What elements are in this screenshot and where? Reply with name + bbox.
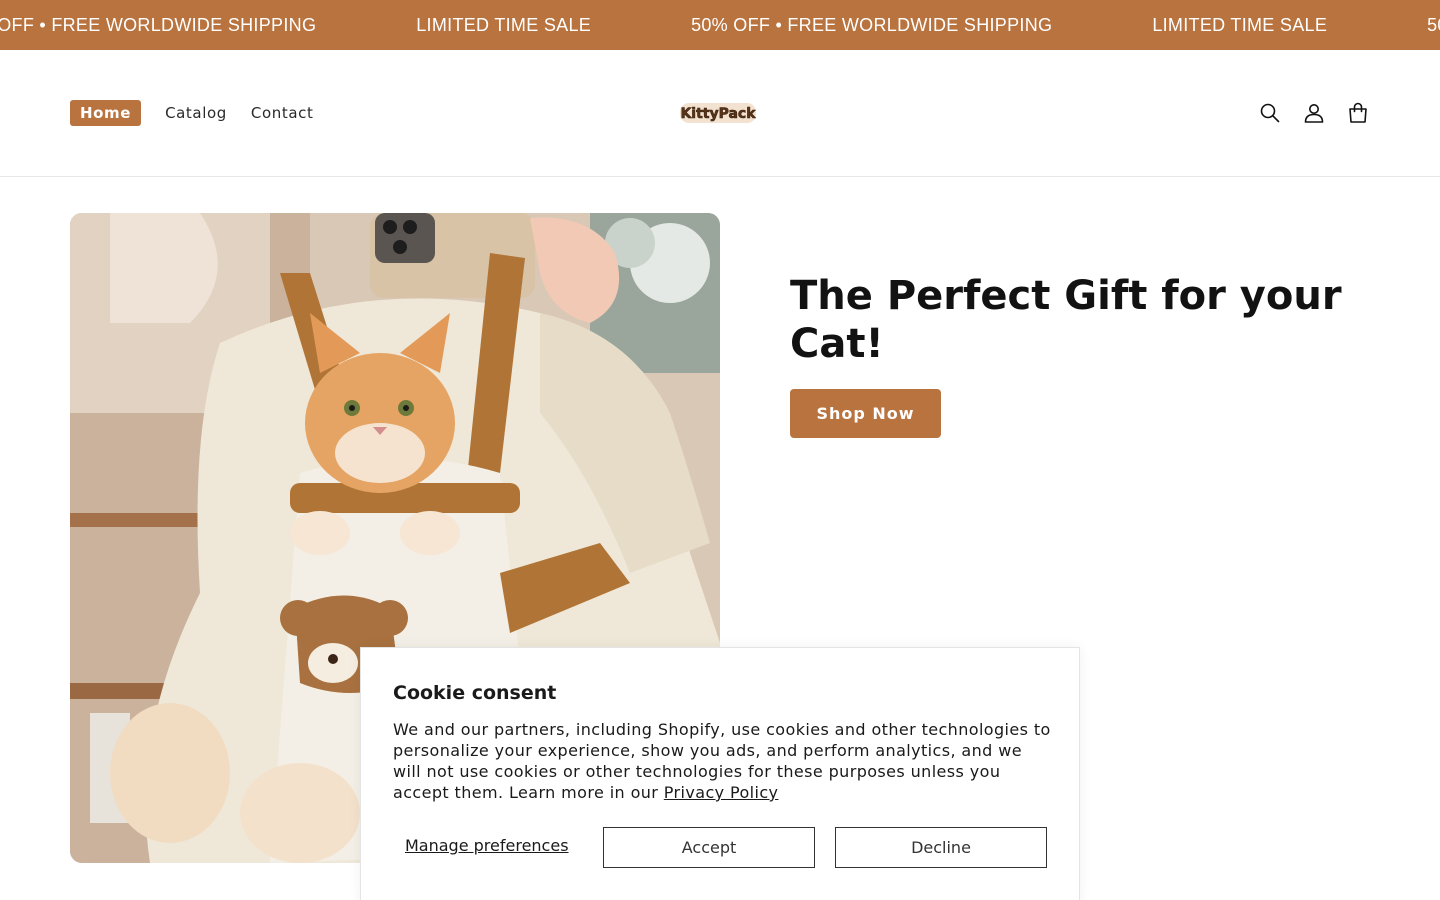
site-logo[interactable]: KittyPack [680,101,757,125]
logo-image: KittyPack [680,103,757,123]
announcement-item: 50% OFF • FREE WORLDWIDE SHIPPING [1427,14,1440,35]
privacy-policy-link[interactable]: Privacy Policy [664,783,779,802]
cookie-title: Cookie consent [393,682,557,704]
announcement-item: LIMITED TIME SALE [416,14,592,35]
main-nav: Home Catalog Contact [70,100,337,126]
cookie-text: We and our partners, including Shopify, … [393,719,1053,803]
nav-contact[interactable]: Contact [251,104,314,122]
account-icon[interactable] [1302,101,1326,125]
announcement-item: 50% OFF • FREE WORLDWIDE SHIPPING [0,14,317,35]
announcement-bar: 50% OFF • FREE WORLDWIDE SHIPPING LIMITE… [0,0,1440,50]
nav-home[interactable]: Home [70,100,142,126]
announcement-item: 50% OFF • FREE WORLDWIDE SHIPPING [691,14,1053,35]
cookie-consent-banner: Cookie consent We and our partners, incl… [360,647,1080,900]
accept-button[interactable]: Accept [603,827,815,868]
manage-preferences-button[interactable]: Manage preferences [405,836,569,855]
search-icon[interactable] [1258,101,1282,125]
decline-button[interactable]: Decline [835,827,1047,868]
shop-now-button[interactable]: Shop Now [790,389,941,438]
announcement-track: 50% OFF • FREE WORLDWIDE SHIPPING LIMITE… [0,0,1440,50]
header-icons [1258,101,1370,125]
logo-text: KittyPack [680,106,756,122]
hero-title: The Perfect Gift for your Cat! [790,273,1342,367]
nav-catalog[interactable]: Catalog [165,104,227,122]
cart-icon[interactable] [1346,101,1370,125]
announcement-item: LIMITED TIME SALE [1152,14,1328,35]
site-header: Home Catalog Contact KittyPack [0,50,1440,177]
